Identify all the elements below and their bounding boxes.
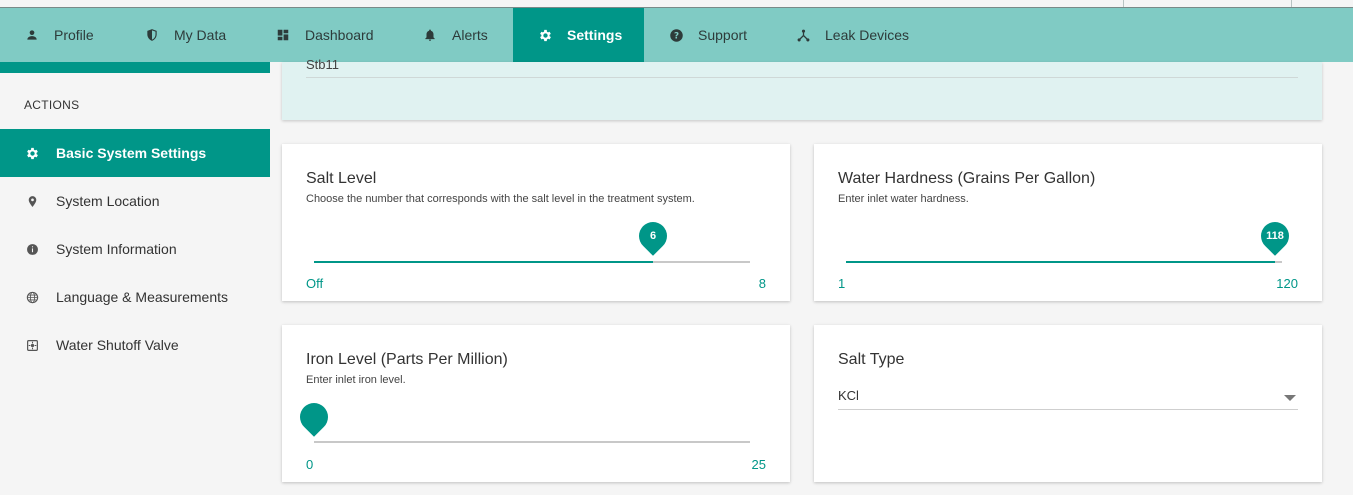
sidebar-accent-bar	[0, 62, 270, 73]
card-title: Salt Type	[838, 351, 905, 368]
nav-profile[interactable]: Profile	[0, 8, 124, 62]
card-title: Iron Level (Parts Per Million)	[306, 351, 508, 368]
help-icon: ?	[668, 27, 684, 43]
nav-leak-devices[interactable]: Leak Devices	[775, 8, 935, 62]
sidebar-item-system-information[interactable]: System Information	[0, 225, 270, 273]
sidebar: ACTIONS Basic System Settings System Loc…	[0, 62, 270, 495]
globe-icon	[24, 289, 40, 305]
field-underline	[306, 77, 1298, 78]
slider-min-label: 0	[306, 457, 314, 472]
valve-icon	[24, 337, 40, 353]
slider-max-label: 8	[758, 276, 766, 291]
dashboard-icon	[275, 27, 291, 43]
card-title: Water Hardness (Grains Per Gallon)	[838, 170, 1096, 187]
location-pin-icon	[24, 193, 40, 209]
gear-icon	[24, 145, 40, 161]
window-top-strip	[0, 0, 1353, 8]
slider-fill	[846, 261, 1275, 263]
sidebar-item-label: System Information	[56, 241, 177, 257]
card-description: Enter inlet iron level.	[306, 374, 406, 386]
sidebar-item-label: Basic System Settings	[56, 145, 207, 161]
divider	[1291, 0, 1292, 7]
water-hardness-card: Water Hardness (Grains Per Gallon) Enter…	[814, 144, 1322, 301]
slider-value: 6	[649, 230, 657, 242]
salt-type-card: Salt Type KCl	[814, 325, 1322, 482]
nav-support[interactable]: ? Support	[644, 8, 775, 62]
salt-level-slider[interactable]	[314, 261, 750, 263]
dropdown-arrow-icon[interactable]	[1284, 395, 1296, 401]
iron-level-slider[interactable]	[314, 441, 750, 443]
nav-label: My Data	[174, 27, 227, 43]
person-icon	[24, 27, 40, 43]
sidebar-item-language-measurements[interactable]: Language & Measurements	[0, 273, 270, 321]
nav-label: Settings	[567, 27, 623, 43]
sidebar-item-basic-system-settings[interactable]: Basic System Settings	[0, 129, 270, 177]
sidebar-heading: ACTIONS	[24, 98, 80, 112]
system-name-field[interactable]: Stb11	[306, 57, 339, 72]
card-title: Salt Level	[306, 170, 377, 187]
nav-label: Dashboard	[305, 27, 374, 43]
shield-icon	[144, 27, 160, 43]
water-hardness-slider[interactable]	[846, 261, 1282, 263]
nav-alerts[interactable]: Alerts	[400, 8, 513, 62]
sidebar-item-label: Water Shutoff Valve	[56, 337, 179, 353]
system-name-card: Stb11	[282, 57, 1322, 120]
nav-my-data[interactable]: My Data	[124, 8, 255, 62]
svg-text:?: ?	[673, 31, 678, 41]
bell-icon	[422, 27, 438, 43]
sidebar-item-water-shutoff-valve[interactable]: Water Shutoff Valve	[0, 321, 270, 369]
nav-label: Support	[698, 27, 748, 43]
main-content: Stb11 Salt Level Choose the number that …	[270, 57, 1353, 495]
iron-level-card: Iron Level (Parts Per Million) Enter inl…	[282, 325, 790, 482]
nav-label: Leak Devices	[825, 27, 910, 43]
card-description: Enter inlet water hardness.	[838, 193, 969, 205]
sidebar-item-label: Language & Measurements	[56, 289, 228, 305]
hub-icon	[795, 27, 811, 43]
nav-dashboard[interactable]: Dashboard	[255, 8, 400, 62]
slider-thumb[interactable]	[294, 397, 334, 437]
nav-label: Profile	[54, 27, 94, 43]
nav-label: Alerts	[452, 27, 488, 43]
slider-min-label: Off	[306, 276, 324, 291]
salt-level-card: Salt Level Choose the number that corres…	[282, 144, 790, 301]
slider-value: 118	[1266, 230, 1284, 242]
divider	[1123, 0, 1124, 7]
gear-icon	[537, 27, 553, 43]
select-underline	[838, 409, 1298, 410]
slider-min-label: 1	[838, 276, 846, 291]
info-icon	[24, 241, 40, 257]
sidebar-item-system-location[interactable]: System Location	[0, 177, 270, 225]
slider-max-label: 120	[1276, 276, 1298, 291]
top-navbar: Profile My Data Dashboard Alerts Setting…	[0, 8, 1353, 62]
card-description: Choose the number that corresponds with …	[306, 193, 695, 205]
sidebar-item-label: System Location	[56, 193, 160, 209]
slider-max-label: 25	[751, 457, 766, 472]
slider-fill	[314, 261, 653, 263]
salt-type-select[interactable]: KCl	[838, 388, 859, 403]
nav-settings[interactable]: Settings	[513, 8, 644, 62]
